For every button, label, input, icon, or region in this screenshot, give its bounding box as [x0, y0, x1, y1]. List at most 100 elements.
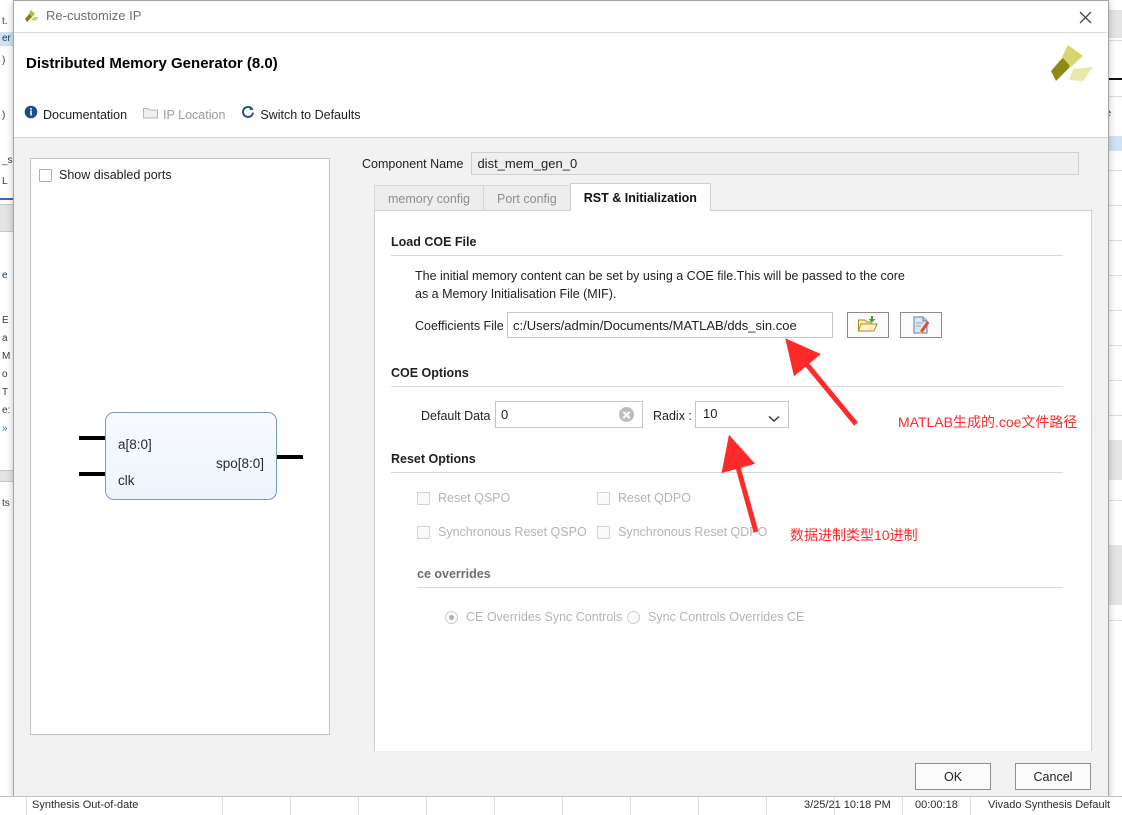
tab-memory-config[interactable]: memory config [374, 185, 484, 211]
bg-left-fragment: a [2, 333, 8, 344]
header-links: Documentation IP Location Switch to Defa… [24, 105, 360, 124]
bg-left-fragment: _s [2, 155, 13, 166]
ip-symbol-block: a[8:0] clk spo[8:0] [105, 412, 277, 500]
xilinx-logo-icon [23, 8, 40, 25]
sync-reset-qdpo-row[interactable]: Synchronous Reset QDPO [597, 525, 767, 539]
status-separator [562, 797, 563, 815]
config-panel: Component Name memory config Port config… [362, 146, 1092, 815]
tab-rst-initialization[interactable]: RST & Initialization [569, 183, 711, 211]
default-data-label: Default Data : [421, 409, 498, 423]
status-run-strategy: Vivado Synthesis Default [988, 799, 1111, 811]
status-separator [970, 797, 971, 815]
ip-location-link[interactable]: IP Location [143, 106, 225, 124]
load-coe-section-title: Load COE File [391, 235, 477, 249]
reset-qspo-checkbox[interactable] [417, 491, 430, 505]
bg-left-fragment: e: [2, 405, 11, 416]
show-disabled-ports-row[interactable]: Show disabled ports [39, 168, 172, 182]
coe-options-section-title: COE Options [391, 366, 469, 380]
sync-reset-qdpo-label: Synchronous Reset QDPO [618, 525, 768, 539]
bg-left-fragment: o [2, 369, 8, 380]
vivado-status-bar: Synthesis Out-of-date 3/25/21 10:18 PM 0… [0, 796, 1122, 815]
ce-overrides-sync-controls-radio[interactable] [445, 610, 458, 624]
coe-options-section-rule [391, 386, 1063, 387]
radix-dropdown[interactable]: 10 [695, 401, 789, 428]
component-name-label: Component Name [362, 156, 464, 171]
port-pin-a [79, 436, 105, 440]
show-disabled-ports-checkbox[interactable] [39, 168, 52, 182]
dialog-header: Distributed Memory Generator (8.0) Docum… [14, 33, 1108, 138]
dialog-title: Re-customize IP [46, 8, 142, 23]
tab-port-config[interactable]: Port config [482, 185, 571, 211]
folder-icon [143, 106, 159, 124]
clear-circle-icon[interactable] [619, 407, 634, 422]
status-elapsed: 00:00:18 [915, 799, 958, 811]
info-icon [24, 105, 38, 124]
reset-qspo-row[interactable]: Reset QSPO [417, 491, 510, 505]
sync-controls-overrides-ce-label: Sync Controls Overrides CE [648, 610, 805, 624]
status-separator [902, 797, 903, 815]
bg-left-fragment: ts [2, 498, 10, 509]
cancel-button[interactable]: Cancel [1015, 763, 1091, 790]
chevron-down-icon [768, 410, 780, 428]
status-timestamp: 3/25/21 10:18 PM [804, 799, 891, 811]
load-coe-description-line2: as a Memory Initialisation File (MIF). [415, 287, 617, 301]
browse-coe-button[interactable] [847, 312, 889, 338]
bg-left-fragment: M [2, 351, 11, 362]
component-name-row: Component Name [362, 152, 1080, 175]
status-separator [426, 797, 427, 815]
symbol-port-spo-label: spo[8:0] [215, 456, 264, 471]
ip-symbol-preview-panel: Show disabled ports a[8:0] clk spo[8:0] [30, 158, 330, 735]
dialog-titlebar: Re-customize IP [14, 1, 1108, 33]
switch-to-defaults-label: Switch to Defaults [260, 107, 361, 122]
ok-button[interactable]: OK [915, 763, 991, 790]
status-separator [358, 797, 359, 815]
page-title: Distributed Memory Generator (8.0) [26, 55, 278, 72]
radix-label: Radix : [653, 409, 692, 423]
symbol-port-a-label: a[8:0] [118, 437, 152, 452]
ce-overrides-sync-controls-label: CE Overrides Sync Controls [466, 610, 623, 624]
reset-qspo-label: Reset QSPO [438, 491, 511, 505]
ce-overrides-sync-controls-row[interactable]: CE Overrides Sync Controls [445, 610, 622, 624]
reset-qdpo-label: Reset QDPO [618, 491, 691, 505]
bg-left-fragment: T [2, 387, 9, 398]
radix-value: 10 [703, 406, 718, 421]
coefficients-file-input[interactable] [507, 312, 833, 338]
sync-controls-overrides-ce-row[interactable]: Sync Controls Overrides CE [627, 610, 804, 624]
sync-reset-qspo-label: Synchronous Reset QSPO [438, 525, 587, 539]
close-icon[interactable] [1070, 5, 1100, 29]
annotation-note-coe-path: MATLAB生成的.coe文件路径 [898, 414, 1078, 430]
status-separator [222, 797, 223, 815]
reset-options-section-title: Reset Options [391, 452, 476, 466]
bg-left-fragment: L [2, 176, 8, 187]
bg-left-fragment: t. [2, 16, 8, 27]
status-message: Synthesis Out-of-date [32, 799, 139, 811]
sync-reset-qspo-row[interactable]: Synchronous Reset QSPO [417, 525, 587, 539]
reset-options-section-rule [391, 472, 1063, 473]
open-folder-icon [848, 315, 888, 335]
sync-reset-qdpo-checkbox[interactable] [597, 525, 610, 539]
status-separator [766, 797, 767, 815]
dialog-footer: OK Cancel [14, 751, 1108, 799]
status-separator [26, 797, 27, 815]
switch-to-defaults-link[interactable]: Switch to Defaults [241, 105, 360, 124]
status-separator [630, 797, 631, 815]
documentation-link[interactable]: Documentation [24, 105, 127, 124]
bg-left-fragment: ) [2, 55, 6, 66]
edit-document-icon [901, 315, 941, 335]
port-pin-clk [79, 472, 105, 476]
status-separator [290, 797, 291, 815]
rst-initialization-panel: Load COE File The initial memory content… [374, 210, 1092, 815]
dialog-body: Show disabled ports a[8:0] clk spo[8:0] … [14, 138, 1108, 815]
sync-reset-qspo-checkbox[interactable] [417, 525, 430, 539]
component-name-input[interactable] [471, 152, 1080, 175]
bg-left-fragment: E [2, 315, 9, 326]
vivado-pinwheel-logo-icon [1043, 39, 1095, 91]
sync-controls-overrides-ce-radio[interactable] [627, 610, 640, 624]
screen-root: t. er ) ) _s L e E a M o T e: » ts ge [0, 0, 1122, 815]
reset-qdpo-row[interactable]: Reset QDPO [597, 491, 691, 505]
annotation-note-radix: 数据进制类型10进制 [790, 527, 918, 543]
edit-coe-button[interactable] [900, 312, 942, 338]
ce-overrides-section-title: ce overrides [417, 567, 491, 581]
show-disabled-ports-label: Show disabled ports [59, 168, 172, 182]
reset-qdpo-checkbox[interactable] [597, 491, 610, 505]
